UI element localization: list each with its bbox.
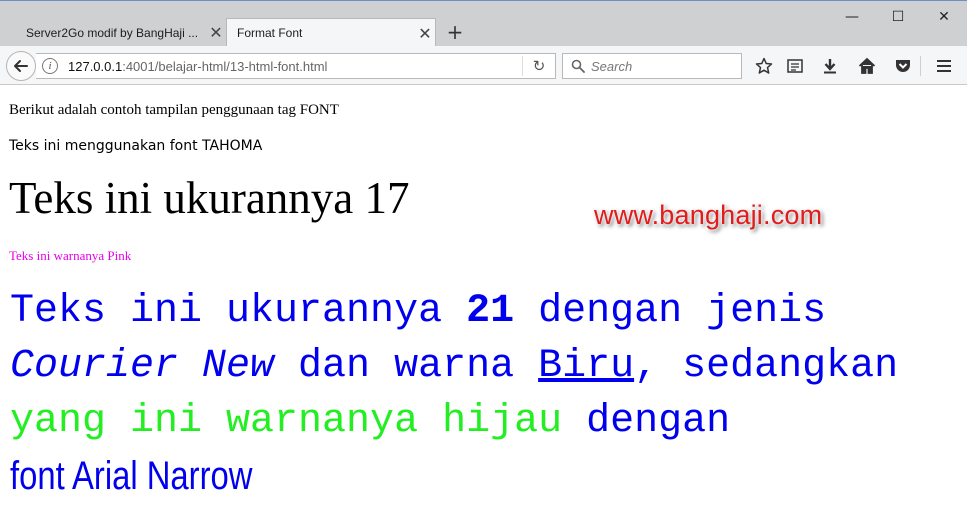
search-input[interactable]: Search xyxy=(562,53,742,79)
tahoma-text: Teks ini menggunakan font TAHOMA xyxy=(9,138,263,154)
tab-title: Format Font xyxy=(237,26,303,40)
home-icon[interactable] xyxy=(855,54,879,78)
bookmark-star-icon[interactable] xyxy=(752,54,776,78)
intro-text: Berikut adalah contoh tampilan penggunaa… xyxy=(9,102,339,118)
watermark-text: www.banghaji.com xyxy=(594,200,823,230)
pink-text: Teks ini warnanya Pink xyxy=(9,248,132,263)
bold-number: 21 xyxy=(466,289,515,334)
minimize-button[interactable]: — xyxy=(829,3,875,31)
size-17-text: Teks ini ukurannya 17 xyxy=(9,173,410,223)
tab-title: Server2Go modif by BangHaji ... xyxy=(26,25,199,40)
title-bar: Server2Go modif by BangHaji ... ✕ Format… xyxy=(0,0,967,47)
search-icon xyxy=(571,59,585,73)
divider xyxy=(920,56,921,76)
back-button[interactable] xyxy=(6,51,36,81)
underlined-word: Biru xyxy=(538,344,635,389)
url-bar[interactable]: i 127.0.0.1:4001/belajar-html/13-html-fo… xyxy=(36,53,556,79)
pocket-icon[interactable] xyxy=(891,54,915,78)
back-arrow-icon xyxy=(14,60,28,72)
close-icon[interactable]: ✕ xyxy=(415,24,435,43)
tab-server2go[interactable]: Server2Go modif by BangHaji ... ✕ xyxy=(14,18,226,47)
maximize-button[interactable]: ☐ xyxy=(875,3,921,31)
new-tab-button[interactable]: + xyxy=(444,19,466,45)
arial-narrow-text: font Arial Narrow xyxy=(10,454,253,498)
search-placeholder: Search xyxy=(591,58,633,74)
info-icon[interactable]: i xyxy=(42,58,58,74)
url-text[interactable]: 127.0.0.1:4001/belajar-html/13-html-font… xyxy=(68,59,522,74)
green-text: yang ini warnanya hijau xyxy=(10,399,563,444)
close-icon[interactable]: ✕ xyxy=(206,23,226,42)
navigation-bar: i 127.0.0.1:4001/belajar-html/13-html-fo… xyxy=(0,46,967,85)
download-icon[interactable] xyxy=(818,54,842,78)
menu-icon[interactable] xyxy=(932,54,956,78)
courier-paragraph: Teks ini ukurannya 21 dengan jenis Couri… xyxy=(10,284,960,507)
tab-format-font[interactable]: Format Font ✕ xyxy=(226,18,436,47)
reload-icon[interactable]: ↻ xyxy=(523,57,555,75)
close-window-button[interactable]: ✕ xyxy=(921,3,967,31)
italic-font-name: Courier New xyxy=(10,344,275,389)
reading-list-icon[interactable] xyxy=(783,54,807,78)
page-content: Berikut adalah contoh tampilan penggunaa… xyxy=(0,86,967,520)
